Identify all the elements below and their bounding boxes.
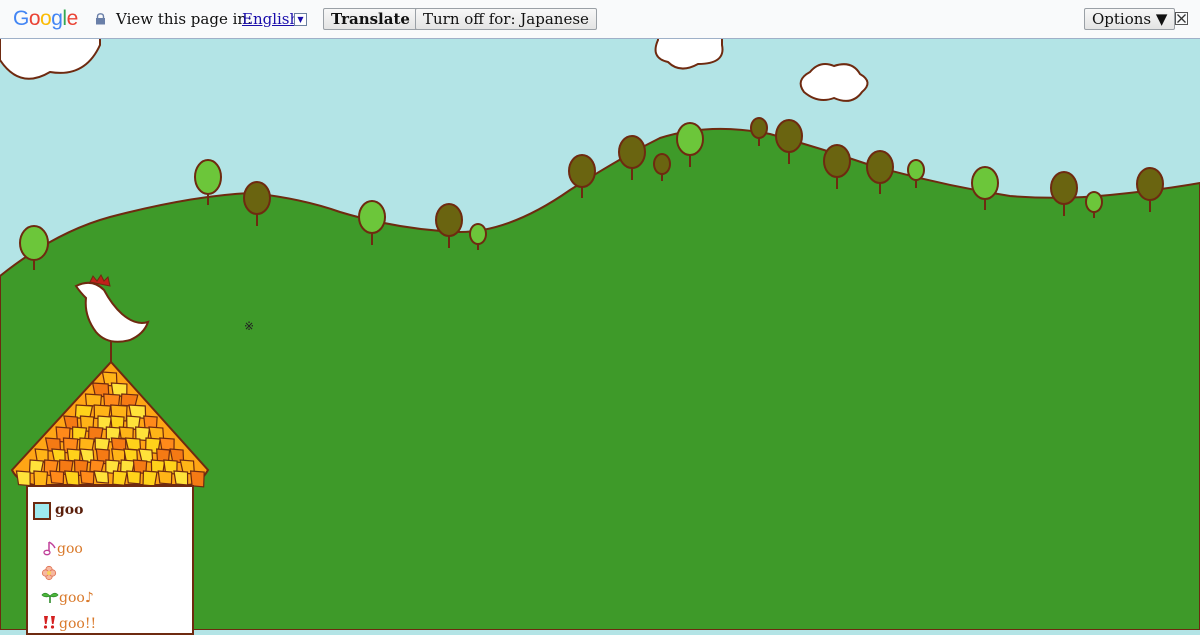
roof-tile [79, 470, 95, 485]
roof-tile [159, 437, 175, 451]
tree [823, 144, 851, 178]
sidebar-item-label: goo♪ [59, 590, 94, 606]
flower-icon [41, 565, 57, 581]
tree [435, 203, 463, 237]
roof-tile [173, 470, 189, 486]
tree [243, 181, 271, 215]
google-logo: Google [13, 7, 78, 30]
tree [750, 117, 768, 139]
roof-tile [124, 437, 142, 451]
tree [469, 223, 487, 245]
roof-tile [66, 448, 81, 462]
close-icon[interactable] [1175, 12, 1188, 25]
tree [618, 135, 646, 169]
roof-tile [142, 470, 158, 487]
sprout-icon [41, 592, 59, 603]
tree [358, 200, 386, 234]
translate-button[interactable]: Translate [323, 8, 418, 30]
sidebar-item-goo[interactable]: goo [43, 540, 83, 557]
tree [971, 166, 999, 200]
roof-tile [126, 470, 142, 485]
tree [1050, 171, 1078, 205]
sidebar-item-flower[interactable] [41, 565, 57, 585]
translate-prompt: View this page in: [116, 10, 253, 28]
roof-tile [15, 470, 31, 487]
double-exclamation-icon [43, 616, 55, 629]
tower-sidebar [26, 485, 194, 635]
tree [194, 159, 222, 195]
reference-mark: ※ [244, 319, 255, 333]
roof-tile [84, 393, 103, 407]
sidebar-item-goo-exclaim[interactable]: goo!! [41, 615, 96, 632]
sidebar-item-label: goo [57, 541, 83, 557]
tree [1136, 167, 1164, 201]
roof-tile [49, 470, 65, 485]
language-link[interactable]: English [242, 10, 299, 28]
tree [653, 153, 671, 175]
lock-icon [96, 13, 105, 25]
roof-tile [112, 470, 128, 486]
tree [19, 225, 49, 261]
tree [775, 119, 803, 153]
translate-bar: Google View this page in: English ▼ Tran… [0, 0, 1200, 39]
tree [568, 154, 596, 188]
turn-off-button[interactable]: Turn off for: Japanese [415, 8, 597, 30]
sidebar-item-goo-note[interactable]: goo♪ [41, 590, 94, 606]
tree [676, 122, 704, 156]
roof-tile [120, 393, 139, 407]
tree [1085, 191, 1103, 213]
roof-tile [118, 426, 134, 440]
roof-tile [64, 470, 80, 486]
tree [907, 159, 925, 181]
music-note-icon [43, 541, 56, 556]
roof-tile [89, 459, 105, 473]
tree [866, 150, 894, 184]
roof-tile [157, 470, 173, 485]
sidebar-title: goo [55, 502, 84, 518]
options-button[interactable]: Options ▼ [1084, 8, 1176, 30]
roof-tile [93, 470, 110, 484]
dropdown-arrow-icon[interactable]: ▼ [294, 13, 307, 26]
sidebar-checkbox[interactable] [33, 502, 51, 520]
